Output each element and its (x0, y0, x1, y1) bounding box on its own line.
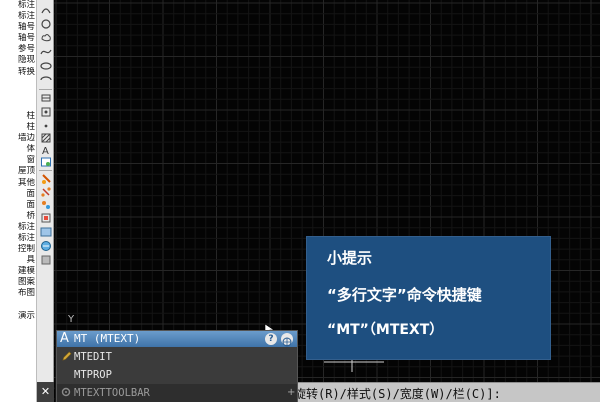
palette-item[interactable] (0, 89, 36, 100)
autocomplete-item[interactable]: MTPROP (57, 366, 297, 384)
make-block-icon[interactable] (39, 106, 52, 118)
command-prompt-text: 旋转(R)/样式(S)/宽度(W)/栏(C)]: (294, 387, 501, 401)
autocomplete-item[interactable]: MTEDIT (57, 348, 297, 366)
insert-block-icon[interactable] (39, 92, 52, 104)
revcloud-icon[interactable] (39, 32, 52, 44)
palette-item[interactable]: 图案 (0, 277, 36, 288)
table-icon[interactable] (39, 156, 52, 168)
help-icon[interactable]: ? (265, 333, 277, 345)
palette-item[interactable]: 转换 (0, 67, 36, 78)
palette-item[interactable] (0, 300, 36, 311)
palette-item[interactable]: 柱 (0, 111, 36, 122)
autocomplete-item[interactable]: MTEXTTOOLBAR + (57, 384, 297, 402)
palette-item[interactable]: 墙边 (0, 133, 36, 144)
autocomplete-header[interactable]: A MT (MTEXT) ? (57, 331, 297, 347)
palette-item[interactable]: 建模 (0, 266, 36, 277)
palette-item[interactable]: 标注 (0, 0, 36, 11)
palette-item[interactable]: 演示 (0, 311, 36, 322)
close-icon[interactable]: ✕ (37, 382, 54, 402)
tip-line-command: “多行文字”命令快捷键 (327, 286, 482, 304)
spline-icon[interactable] (39, 46, 52, 58)
svg-text:A: A (42, 146, 49, 156)
expand-icon[interactable]: + (287, 384, 295, 402)
palette-item[interactable]: 标注 (0, 11, 36, 22)
palette-item[interactable]: 标注 (0, 222, 36, 233)
palette-item[interactable]: 面 (0, 189, 36, 200)
palette-item[interactable]: 体 (0, 144, 36, 155)
draw-toolbar: A (37, 0, 54, 402)
point-icon[interactable] (39, 120, 52, 132)
array-icon[interactable] (39, 226, 52, 238)
palette-item[interactable]: 其他 (0, 178, 36, 189)
palette-item[interactable]: 参号 (0, 44, 36, 55)
circle-icon[interactable] (39, 18, 52, 30)
palette-item[interactable] (0, 100, 36, 111)
palette-item[interactable]: 控制 (0, 244, 36, 255)
text-icon: A (60, 331, 69, 346)
palette-item[interactable]: 轴号 (0, 33, 36, 44)
palette-item[interactable]: 布图 (0, 288, 36, 299)
text-icon[interactable]: A (39, 144, 52, 156)
palette-item[interactable]: 屋顶 (0, 166, 36, 177)
ucs-y-label: Y (68, 314, 75, 325)
copy-icon[interactable] (39, 186, 52, 198)
tool-palette: 标注 标注 轴号 轴号 参号 隐现 转换 柱 柱 墙边 体 窗 屋顶 其他 面 … (0, 0, 37, 402)
palette-item[interactable]: 桥 (0, 211, 36, 222)
command-autocomplete: A MT (MTEXT) ? MTEDIT MTPROP MTEXTTOOLBA… (56, 330, 298, 402)
palette-item[interactable]: 窗 (0, 155, 36, 166)
gear-icon (61, 387, 71, 397)
palette-item[interactable]: 隐现 (0, 55, 36, 66)
tip-title: 小提示 (327, 249, 373, 267)
hatch-icon[interactable] (39, 132, 52, 144)
rotate-icon[interactable] (39, 254, 52, 266)
palette-item[interactable]: 面 (0, 200, 36, 211)
autocomplete-item-label: MTEDIT (74, 351, 112, 363)
tip-line-shortcut: “MT”（MTEXT） (327, 322, 444, 338)
palette-item[interactable] (0, 78, 36, 89)
autocomplete-item-label: MTPROP (74, 369, 112, 381)
offset-icon[interactable] (39, 212, 52, 224)
edit-text-icon (62, 351, 72, 361)
autocomplete-header-label: MT (MTEXT) (74, 332, 141, 345)
move-icon[interactable] (39, 240, 52, 252)
mirror-icon[interactable] (39, 199, 52, 211)
globe-icon[interactable] (281, 333, 293, 347)
arc-icon[interactable] (39, 4, 52, 16)
erase-icon[interactable] (39, 173, 52, 185)
tip-overlay: 小提示 “多行文字”命令快捷键 “MT”（MTEXT） (306, 236, 551, 360)
ellipse-arc-icon[interactable] (39, 74, 52, 86)
autocomplete-item-label: MTEXTTOOLBAR (74, 387, 150, 399)
palette-item[interactable]: 标注 (0, 233, 36, 244)
palette-item[interactable]: 轴号 (0, 22, 36, 33)
palette-item[interactable]: 柱 (0, 122, 36, 133)
ellipse-icon[interactable] (39, 60, 52, 72)
palette-item[interactable]: 具 (0, 255, 36, 266)
